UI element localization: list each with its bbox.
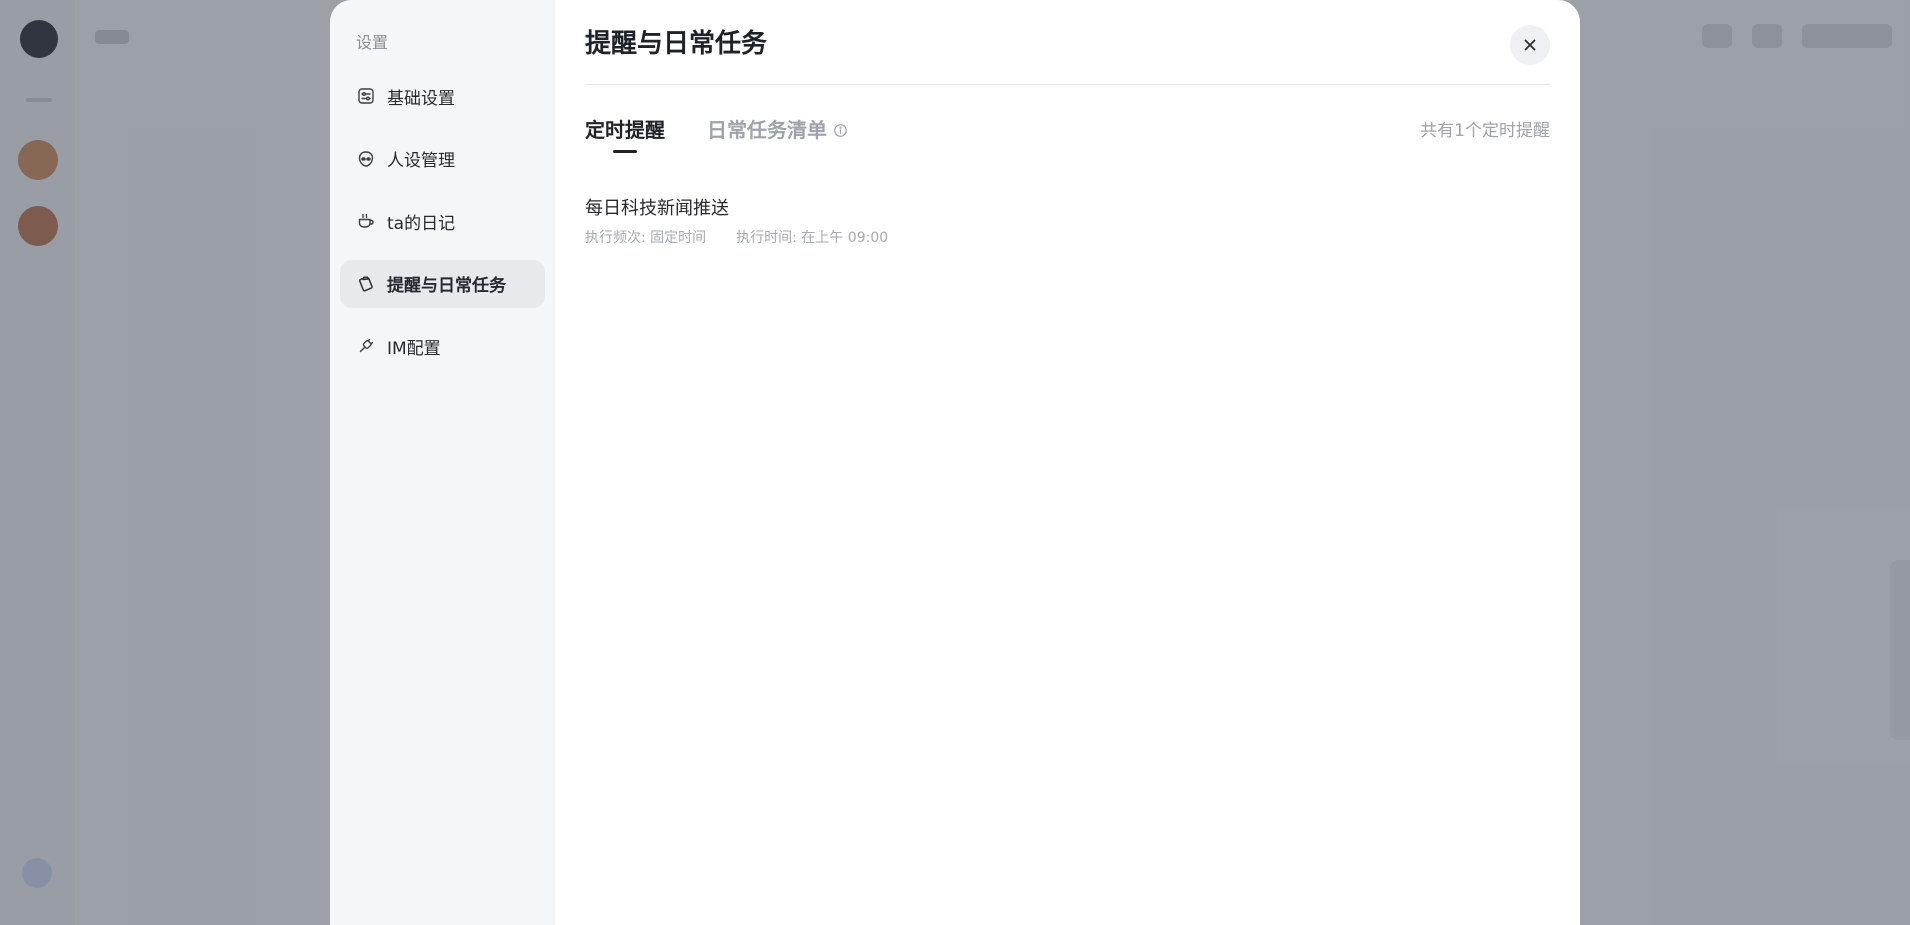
sidebar-item-persona[interactable]: 人设管理 (340, 135, 545, 183)
list-item[interactable]: 每日科技新闻推送 执行频次: 固定时间 执行时间: 在上午 09:00 (585, 196, 888, 248)
sidebar-item-label: 人设管理 (387, 151, 455, 171)
header-divider (585, 84, 1550, 85)
sliders-icon (356, 86, 376, 106)
info-icon[interactable] (833, 123, 848, 138)
page-title: 提醒与日常任务 (585, 29, 768, 59)
clipboard-icon (356, 274, 376, 294)
sidebar-item-label: 基础设置 (387, 88, 455, 109)
sidebar-item-reminders[interactable]: 提醒与日常任务 (340, 259, 545, 308)
sidebar-item-label: IM配置 (387, 338, 441, 359)
settings-content: 提醒与日常任务 定时提醒 日常任务清单 共有1个定时提醒 每日科技新闻推送 执行… (555, 0, 1580, 925)
alien-face-icon (356, 149, 376, 169)
plug-icon (356, 336, 376, 356)
tab-bar: 定时提醒 日常任务清单 (585, 116, 848, 153)
task-title: 每日科技新闻推送 (585, 198, 729, 219)
task-time: 执行时间: 在上午 09:00 (736, 230, 889, 246)
reminder-count: 共有1个定时提醒 (1420, 121, 1550, 141)
settings-sidebar: 设置 基础设置 人设管理 ta的日记 提醒与日常任务 IM配置 (330, 0, 555, 925)
tab-daily-task-list[interactable]: 日常任务清单 (707, 116, 848, 144)
settings-modal: 设置 基础设置 人设管理 ta的日记 提醒与日常任务 IM配置 提醒与日常任务 … (330, 0, 1580, 925)
task-frequency: 执行频次: 固定时间 (585, 230, 707, 246)
sidebar-item-label: ta的日记 (387, 213, 456, 234)
sidebar-item-label: 提醒与日常任务 (387, 276, 506, 296)
sidebar-item-basic-settings[interactable]: 基础设置 (340, 72, 545, 120)
active-tab-indicator (613, 150, 637, 153)
sidebar-heading: 设置 (356, 33, 389, 52)
close-icon (1522, 37, 1538, 53)
tab-label: 定时提醒 (585, 118, 665, 142)
tab-scheduled-reminders[interactable]: 定时提醒 (585, 116, 665, 153)
task-meta: 执行频次: 固定时间 执行时间: 在上午 09:00 (585, 228, 888, 248)
coffee-cup-icon (356, 211, 376, 231)
tab-label: 日常任务清单 (707, 118, 827, 142)
close-button[interactable] (1510, 25, 1550, 65)
sidebar-item-diary[interactable]: ta的日记 (340, 197, 545, 245)
sidebar-item-im-config[interactable]: IM配置 (340, 322, 545, 370)
